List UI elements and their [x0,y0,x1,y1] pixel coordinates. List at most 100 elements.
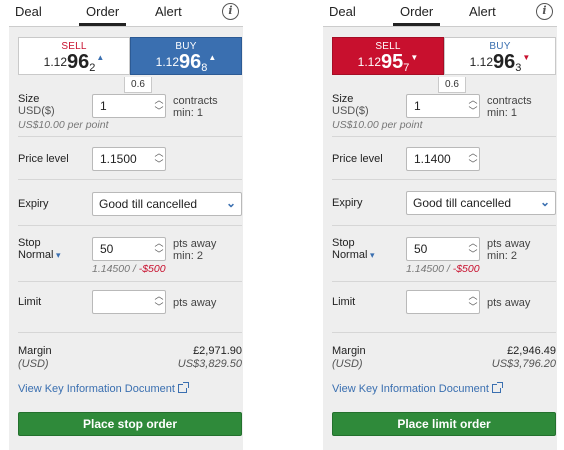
margin-row: Margin (USD) £2,971.90 US$3,829.50 [18,345,242,373]
sell-button[interactable]: SELL 1.12962▲ [18,37,130,75]
ticket-tabs: Deal Order Alert i [9,0,243,26]
price-box: SELL 1.12962▲ BUY 1.12968▲ 0.6 [18,37,242,93]
stop-stepper[interactable]: ︿ ﹀ [467,238,479,260]
arrow-up-icon: ▲ [208,53,217,62]
tab-order[interactable]: Order [79,4,127,26]
buy-button[interactable]: BUY 1.12968▲ [130,37,242,75]
info-icon[interactable]: i [222,3,239,20]
buy-button[interactable]: BUY 1.12963▼ [444,37,556,75]
place-order-button[interactable]: Place limit order [332,412,556,436]
limit-label: Limit [332,296,356,308]
chevron-down-icon: ⌄ [225,196,236,210]
stop-hint: 1.14500 / -$500 [92,263,166,275]
price-level-input[interactable]: 1.1400 ︿ ﹀ [406,147,480,171]
chevron-up-icon[interactable]: ︿ [467,95,479,106]
limit-stepper[interactable]: ︿ ﹀ [467,291,479,313]
stop-row: Stop Normal ▾ 50 ︿ ﹀ pts away min: 2 1.14… [18,235,242,281]
chevron-down-icon[interactable]: ﹀ [153,159,165,170]
stop-unit: pts away [173,238,217,250]
margin-value: £2,971.90 US$3,829.50 [178,345,242,371]
stop-row: Stop Normal ▾ 50 ︿ ﹀ pts away min: 2 1.14… [332,235,556,281]
size-stepper[interactable]: ︿ ﹀ [153,95,165,117]
sell-price: 1.12962▲ [19,51,129,74]
size-unit: contracts [173,95,218,107]
price-level-stepper[interactable]: ︿ ﹀ [467,148,479,170]
chevron-up-icon[interactable]: ︿ [467,148,479,159]
size-input[interactable]: 1 ︿ ﹀ [406,94,480,118]
chevron-down-icon[interactable]: ﹀ [153,249,165,260]
chevron-up-icon[interactable]: ︿ [153,238,165,249]
size-hint: US$10.00 per point [332,119,423,131]
external-link-icon [177,382,189,393]
limit-input[interactable]: ︿ ﹀ [92,290,166,314]
info-icon[interactable]: i [536,3,553,20]
ticket-body: SELL 1.12957▼ BUY 1.12963▼ 0.6 Size USD(… [323,26,557,450]
limit-input[interactable]: ︿ ﹀ [406,290,480,314]
stop-type-dropdown[interactable]: Normal ▾ [18,249,60,261]
kid-link-text: View Key Information Document [332,383,489,395]
size-unit: contracts [487,95,532,107]
price-level-input[interactable]: 1.1500 ︿ ﹀ [92,147,166,171]
divider [332,281,556,282]
size-stepper[interactable]: ︿ ﹀ [467,95,479,117]
limit-unit: pts away [487,297,531,309]
tab-deal[interactable]: Deal [329,4,356,19]
tab-alert[interactable]: Alert [155,4,182,19]
stop-value: 50 [414,242,428,256]
price-box: SELL 1.12957▼ BUY 1.12963▼ 0.6 [332,37,556,93]
stop-input[interactable]: 50 ︿ ﹀ [406,237,480,261]
chevron-down-icon[interactable]: ﹀ [467,106,479,117]
chevron-up-icon[interactable]: ︿ [467,238,479,249]
expiry-value: Good till cancelled [99,197,198,211]
margin-currency: (USD) [18,358,49,370]
chevron-down-icon[interactable]: ﹀ [467,249,479,260]
stop-stepper[interactable]: ︿ ﹀ [153,238,165,260]
kid-link-text: View Key Information Document [18,383,175,395]
sell-button[interactable]: SELL 1.12957▼ [332,37,444,75]
stop-input[interactable]: 50 ︿ ﹀ [92,237,166,261]
expiry-select[interactable]: Good till cancelled ⌄ [406,191,556,215]
divider [18,225,242,226]
margin-label: Margin (USD) [332,345,366,371]
tab-deal[interactable]: Deal [15,4,42,19]
buy-price-big: 96 [179,51,202,73]
kid-link[interactable]: View Key Information Document [332,382,503,395]
chevron-down-icon: ⌄ [539,195,550,209]
kid-link[interactable]: View Key Information Document [18,382,189,395]
chevron-up-icon[interactable]: ︿ [153,291,165,302]
expiry-label: Expiry [18,198,49,210]
price-level-value: 1.1500 [100,152,137,166]
margin-usd: US$3,829.50 [177,358,242,370]
divider [332,332,556,333]
expiry-select[interactable]: Good till cancelled ⌄ [92,192,242,216]
stop-hint-level: 1.14500 / [92,263,139,275]
stop-hint-amount: -$500 [138,263,166,275]
size-input[interactable]: 1 ︿ ﹀ [92,94,166,118]
buy-price-sub: 3 [515,62,522,74]
chevron-down-icon[interactable]: ﹀ [153,302,165,313]
ticket-tabs: Deal Order Alert i [323,0,557,26]
ticket-body: SELL 1.12962▲ BUY 1.12968▲ 0.6 Size USD(… [9,26,243,450]
chevron-down-icon[interactable]: ﹀ [153,106,165,117]
buy-price-small: 1.12 [155,55,180,69]
limit-stepper[interactable]: ︿ ﹀ [153,291,165,313]
limit-row: Limit ︿ ﹀ pts away [332,290,556,316]
arrow-down-icon: ▼ [410,53,419,62]
chevron-down-icon[interactable]: ﹀ [467,159,479,170]
limit-label: Limit [18,296,42,308]
tab-alert[interactable]: Alert [469,4,496,19]
tab-order[interactable]: Order [393,4,441,26]
buy-price: 1.12968▲ [131,51,241,74]
stop-type-dropdown[interactable]: Normal ▾ [332,249,374,261]
sell-price-sub: 7 [403,62,410,74]
chevron-up-icon[interactable]: ︿ [153,95,165,106]
size-row: Size USD($) 1 ︿ ﹀ contracts min: 1 US$10.… [332,91,556,135]
limit-row: Limit ︿ ﹀ pts away [18,290,242,316]
size-label: Size [18,93,40,105]
place-order-button[interactable]: Place stop order [18,412,242,436]
price-level-stepper[interactable]: ︿ ﹀ [153,148,165,170]
chevron-up-icon[interactable]: ︿ [153,148,165,159]
chevron-up-icon[interactable]: ︿ [467,291,479,302]
chevron-down-icon[interactable]: ﹀ [467,302,479,313]
size-value: 1 [100,99,107,113]
